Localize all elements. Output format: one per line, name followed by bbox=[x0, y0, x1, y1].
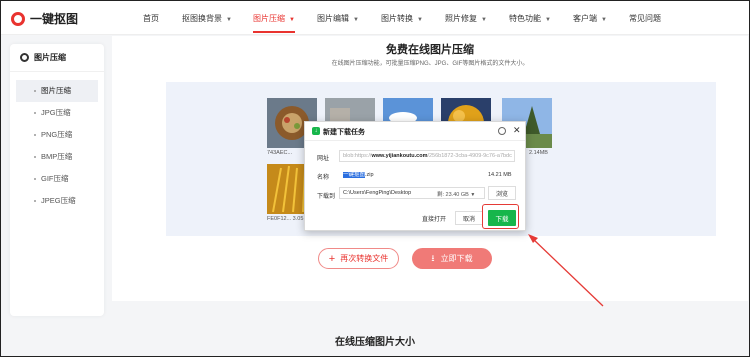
dialog-title: 新建下载任务 bbox=[323, 129, 365, 136]
nav-photo-repair[interactable]: 照片修复 ▼ bbox=[445, 13, 487, 24]
download-now-button[interactable]: ⭳ 立即下载 bbox=[412, 248, 492, 269]
logo-text: 一键抠图 bbox=[30, 12, 79, 26]
top-navbar: 一键抠图 首页 抠图换背景 ▼ 图片压缩 ▼ 图片编辑 ▼ 图片转换 ▼ 照片修复 ▼ 特… bbox=[1, 1, 749, 35]
nav-image-compress[interactable]: 图片压缩 ▼ bbox=[253, 13, 295, 33]
logo[interactable]: 一键抠图 bbox=[11, 10, 78, 27]
chevron-down-icon: ▼ bbox=[601, 17, 607, 23]
compress-icon bbox=[20, 53, 29, 62]
nav-faq[interactable]: 常见问题 bbox=[629, 13, 661, 24]
chevron-down-icon: ▼ bbox=[481, 17, 487, 23]
cancel-button[interactable]: 取消 bbox=[455, 211, 483, 225]
download-app-icon: ↓ bbox=[312, 127, 320, 135]
save-to-label: 下载到 bbox=[317, 194, 336, 200]
sidebar-item-image-compress[interactable]: 图片压缩 bbox=[16, 80, 98, 102]
nav-home[interactable]: 首页 bbox=[143, 13, 159, 24]
free-space: 剩: 23.40 GB ▼ bbox=[437, 192, 476, 198]
plus-icon: + bbox=[328, 252, 336, 265]
url-field[interactable]: blob:https://www.yijiankoutu.com/256b187… bbox=[339, 150, 515, 162]
chevron-down-icon: ▼ bbox=[226, 17, 232, 23]
thumbnail-caption: FE0F12... 3.05 bbox=[267, 216, 304, 222]
download-icon: ⭳ bbox=[431, 252, 435, 263]
dialog-header: ↓ 新建下载任务 ✕ bbox=[305, 122, 525, 141]
browse-button[interactable]: 浏览 bbox=[488, 186, 516, 200]
chevron-down-icon: ▼ bbox=[545, 17, 551, 23]
file-size: 14.21 MB bbox=[488, 172, 512, 178]
page-title: 免费在线图片压缩 bbox=[386, 44, 474, 56]
section-title: 在线压缩图片大小 bbox=[335, 337, 415, 348]
sidebar-title: 图片压缩 bbox=[34, 53, 66, 62]
close-icon[interactable]: ✕ bbox=[513, 125, 521, 136]
settings-icon[interactable] bbox=[498, 127, 506, 135]
open-direct-button[interactable]: 直接打开 bbox=[417, 211, 451, 225]
sidebar-item-bmp[interactable]: BMP压缩 bbox=[16, 146, 98, 168]
nav-image-edit[interactable]: 图片编辑 ▼ bbox=[317, 13, 359, 24]
convert-again-button[interactable]: + 再次转换文件 bbox=[318, 248, 399, 269]
sidebar-item-gif[interactable]: GIF压缩 bbox=[16, 168, 98, 190]
url-label: 网址 bbox=[317, 156, 330, 162]
nav-image-convert[interactable]: 图片转换 ▼ bbox=[381, 13, 423, 24]
logo-icon bbox=[11, 11, 25, 26]
sidebar: 图片压缩 图片压缩 JPG压缩 PNG压缩 BMP压缩 GIF压缩 JPEG压缩 bbox=[10, 44, 104, 316]
nav-cutout-background[interactable]: 抠图换背景 ▼ bbox=[182, 13, 232, 24]
nav-special-features[interactable]: 特色功能 ▼ bbox=[509, 13, 551, 24]
annotation-highlight-box bbox=[482, 204, 519, 229]
sidebar-item-jpg[interactable]: JPG压缩 bbox=[16, 102, 98, 124]
chevron-down-icon: ▼ bbox=[353, 17, 359, 23]
sidebar-item-jpeg[interactable]: JPEG压缩 bbox=[16, 190, 98, 212]
sidebar-header: 图片压缩 bbox=[10, 44, 104, 72]
chevron-down-icon: ▼ bbox=[417, 17, 423, 23]
name-label: 名称 bbox=[317, 175, 330, 181]
sidebar-item-png[interactable]: PNG压缩 bbox=[16, 124, 98, 146]
thumbnail-caption: 2.14MB bbox=[529, 150, 548, 156]
nav-client[interactable]: 客户端 ▼ bbox=[573, 13, 607, 24]
chevron-down-icon: ▼ bbox=[470, 192, 476, 198]
thumbnail-caption: 743AEC... bbox=[267, 150, 293, 156]
chevron-down-icon: ▼ bbox=[289, 17, 295, 23]
page-subtitle: 在线图片压缩功能，可批量压缩PNG、JPG、GIF等图片格式的文件大小。 bbox=[331, 61, 529, 67]
